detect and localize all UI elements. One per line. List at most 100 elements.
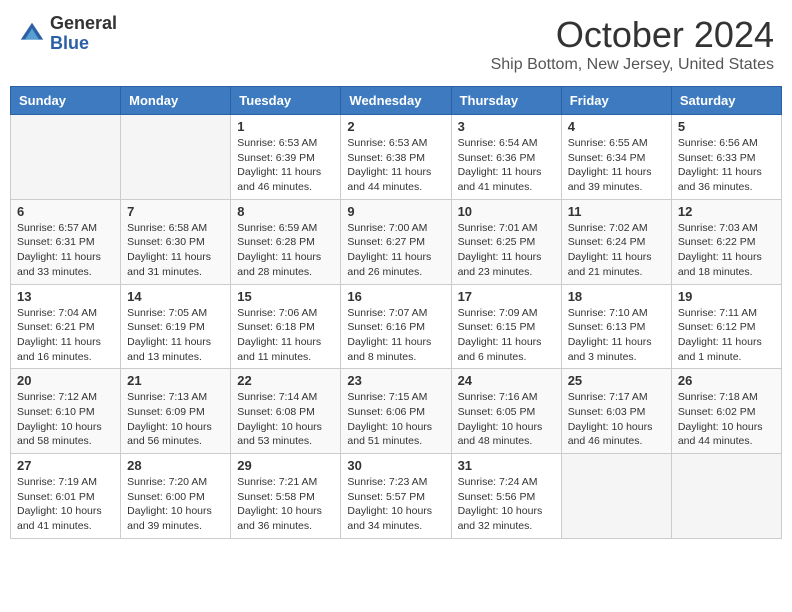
calendar-cell: 20 Sunrise: 7:12 AM Sunset: 6:10 PM Dayl… [11,369,121,454]
calendar-week-4: 20 Sunrise: 7:12 AM Sunset: 6:10 PM Dayl… [11,369,782,454]
day-number: 5 [678,119,775,134]
day-info: Sunrise: 7:23 AM Sunset: 5:57 PM Dayligh… [347,475,444,534]
day-number: 15 [237,289,334,304]
calendar-cell: 15 Sunrise: 7:06 AM Sunset: 6:18 PM Dayl… [231,284,341,369]
day-header-tuesday: Tuesday [231,87,341,115]
calendar-cell: 11 Sunrise: 7:02 AM Sunset: 6:24 PM Dayl… [561,199,671,284]
day-info: Sunrise: 7:16 AM Sunset: 6:05 PM Dayligh… [458,390,555,449]
calendar-cell: 23 Sunrise: 7:15 AM Sunset: 6:06 PM Dayl… [341,369,451,454]
day-number: 10 [458,204,555,219]
day-info: Sunrise: 7:20 AM Sunset: 6:00 PM Dayligh… [127,475,224,534]
day-number: 14 [127,289,224,304]
day-info: Sunrise: 7:04 AM Sunset: 6:21 PM Dayligh… [17,306,114,365]
day-header-monday: Monday [121,87,231,115]
calendar-cell: 4 Sunrise: 6:55 AM Sunset: 6:34 PM Dayli… [561,115,671,200]
day-info: Sunrise: 7:02 AM Sunset: 6:24 PM Dayligh… [568,221,665,280]
calendar-header-row: SundayMondayTuesdayWednesdayThursdayFrid… [11,87,782,115]
day-number: 29 [237,458,334,473]
day-number: 12 [678,204,775,219]
day-header-sunday: Sunday [11,87,121,115]
day-number: 20 [17,373,114,388]
day-number: 28 [127,458,224,473]
calendar-week-1: 1 Sunrise: 6:53 AM Sunset: 6:39 PM Dayli… [11,115,782,200]
day-number: 13 [17,289,114,304]
calendar-cell: 16 Sunrise: 7:07 AM Sunset: 6:16 PM Dayl… [341,284,451,369]
day-header-thursday: Thursday [451,87,561,115]
day-info: Sunrise: 7:12 AM Sunset: 6:10 PM Dayligh… [17,390,114,449]
day-number: 27 [17,458,114,473]
day-info: Sunrise: 7:06 AM Sunset: 6:18 PM Dayligh… [237,306,334,365]
calendar-week-2: 6 Sunrise: 6:57 AM Sunset: 6:31 PM Dayli… [11,199,782,284]
day-number: 6 [17,204,114,219]
calendar-table: SundayMondayTuesdayWednesdayThursdayFrid… [10,86,782,539]
day-info: Sunrise: 6:55 AM Sunset: 6:34 PM Dayligh… [568,136,665,195]
day-number: 31 [458,458,555,473]
day-number: 1 [237,119,334,134]
day-number: 22 [237,373,334,388]
day-number: 18 [568,289,665,304]
day-header-wednesday: Wednesday [341,87,451,115]
day-info: Sunrise: 7:17 AM Sunset: 6:03 PM Dayligh… [568,390,665,449]
day-info: Sunrise: 6:57 AM Sunset: 6:31 PM Dayligh… [17,221,114,280]
calendar-cell: 8 Sunrise: 6:59 AM Sunset: 6:28 PM Dayli… [231,199,341,284]
logo-general-text: General [50,14,117,34]
location-title: Ship Bottom, New Jersey, United States [491,56,774,74]
calendar-week-3: 13 Sunrise: 7:04 AM Sunset: 6:21 PM Dayl… [11,284,782,369]
day-info: Sunrise: 7:00 AM Sunset: 6:27 PM Dayligh… [347,221,444,280]
day-info: Sunrise: 7:05 AM Sunset: 6:19 PM Dayligh… [127,306,224,365]
day-info: Sunrise: 7:24 AM Sunset: 5:56 PM Dayligh… [458,475,555,534]
day-number: 4 [568,119,665,134]
logo-text: General Blue [50,14,117,54]
calendar-cell: 19 Sunrise: 7:11 AM Sunset: 6:12 PM Dayl… [671,284,781,369]
day-info: Sunrise: 6:56 AM Sunset: 6:33 PM Dayligh… [678,136,775,195]
logo-icon [18,20,46,48]
day-number: 9 [347,204,444,219]
day-info: Sunrise: 7:09 AM Sunset: 6:15 PM Dayligh… [458,306,555,365]
calendar-week-5: 27 Sunrise: 7:19 AM Sunset: 6:01 PM Dayl… [11,454,782,539]
title-section: October 2024 Ship Bottom, New Jersey, Un… [491,14,774,74]
calendar-cell [561,454,671,539]
calendar-cell: 7 Sunrise: 6:58 AM Sunset: 6:30 PM Dayli… [121,199,231,284]
day-info: Sunrise: 7:21 AM Sunset: 5:58 PM Dayligh… [237,475,334,534]
calendar-cell [121,115,231,200]
calendar-cell: 31 Sunrise: 7:24 AM Sunset: 5:56 PM Dayl… [451,454,561,539]
day-number: 7 [127,204,224,219]
day-info: Sunrise: 7:18 AM Sunset: 6:02 PM Dayligh… [678,390,775,449]
calendar-cell: 28 Sunrise: 7:20 AM Sunset: 6:00 PM Dayl… [121,454,231,539]
day-info: Sunrise: 6:53 AM Sunset: 6:38 PM Dayligh… [347,136,444,195]
logo-blue-text: Blue [50,34,117,54]
day-info: Sunrise: 7:14 AM Sunset: 6:08 PM Dayligh… [237,390,334,449]
calendar-cell [11,115,121,200]
day-info: Sunrise: 7:13 AM Sunset: 6:09 PM Dayligh… [127,390,224,449]
day-number: 3 [458,119,555,134]
day-number: 16 [347,289,444,304]
day-number: 17 [458,289,555,304]
day-number: 8 [237,204,334,219]
calendar-cell: 1 Sunrise: 6:53 AM Sunset: 6:39 PM Dayli… [231,115,341,200]
day-number: 30 [347,458,444,473]
day-number: 25 [568,373,665,388]
calendar-cell: 3 Sunrise: 6:54 AM Sunset: 6:36 PM Dayli… [451,115,561,200]
day-info: Sunrise: 7:19 AM Sunset: 6:01 PM Dayligh… [17,475,114,534]
day-number: 21 [127,373,224,388]
calendar-cell: 25 Sunrise: 7:17 AM Sunset: 6:03 PM Dayl… [561,369,671,454]
calendar-cell: 29 Sunrise: 7:21 AM Sunset: 5:58 PM Dayl… [231,454,341,539]
calendar-cell: 6 Sunrise: 6:57 AM Sunset: 6:31 PM Dayli… [11,199,121,284]
calendar-cell: 27 Sunrise: 7:19 AM Sunset: 6:01 PM Dayl… [11,454,121,539]
calendar-cell: 5 Sunrise: 6:56 AM Sunset: 6:33 PM Dayli… [671,115,781,200]
calendar-cell: 21 Sunrise: 7:13 AM Sunset: 6:09 PM Dayl… [121,369,231,454]
day-number: 11 [568,204,665,219]
calendar-cell [671,454,781,539]
calendar-cell: 13 Sunrise: 7:04 AM Sunset: 6:21 PM Dayl… [11,284,121,369]
calendar-cell: 17 Sunrise: 7:09 AM Sunset: 6:15 PM Dayl… [451,284,561,369]
calendar-cell: 24 Sunrise: 7:16 AM Sunset: 6:05 PM Dayl… [451,369,561,454]
calendar-cell: 12 Sunrise: 7:03 AM Sunset: 6:22 PM Dayl… [671,199,781,284]
day-info: Sunrise: 7:07 AM Sunset: 6:16 PM Dayligh… [347,306,444,365]
calendar-cell: 2 Sunrise: 6:53 AM Sunset: 6:38 PM Dayli… [341,115,451,200]
day-number: 23 [347,373,444,388]
day-header-friday: Friday [561,87,671,115]
month-title: October 2024 [491,14,774,56]
day-header-saturday: Saturday [671,87,781,115]
day-info: Sunrise: 7:03 AM Sunset: 6:22 PM Dayligh… [678,221,775,280]
day-number: 2 [347,119,444,134]
